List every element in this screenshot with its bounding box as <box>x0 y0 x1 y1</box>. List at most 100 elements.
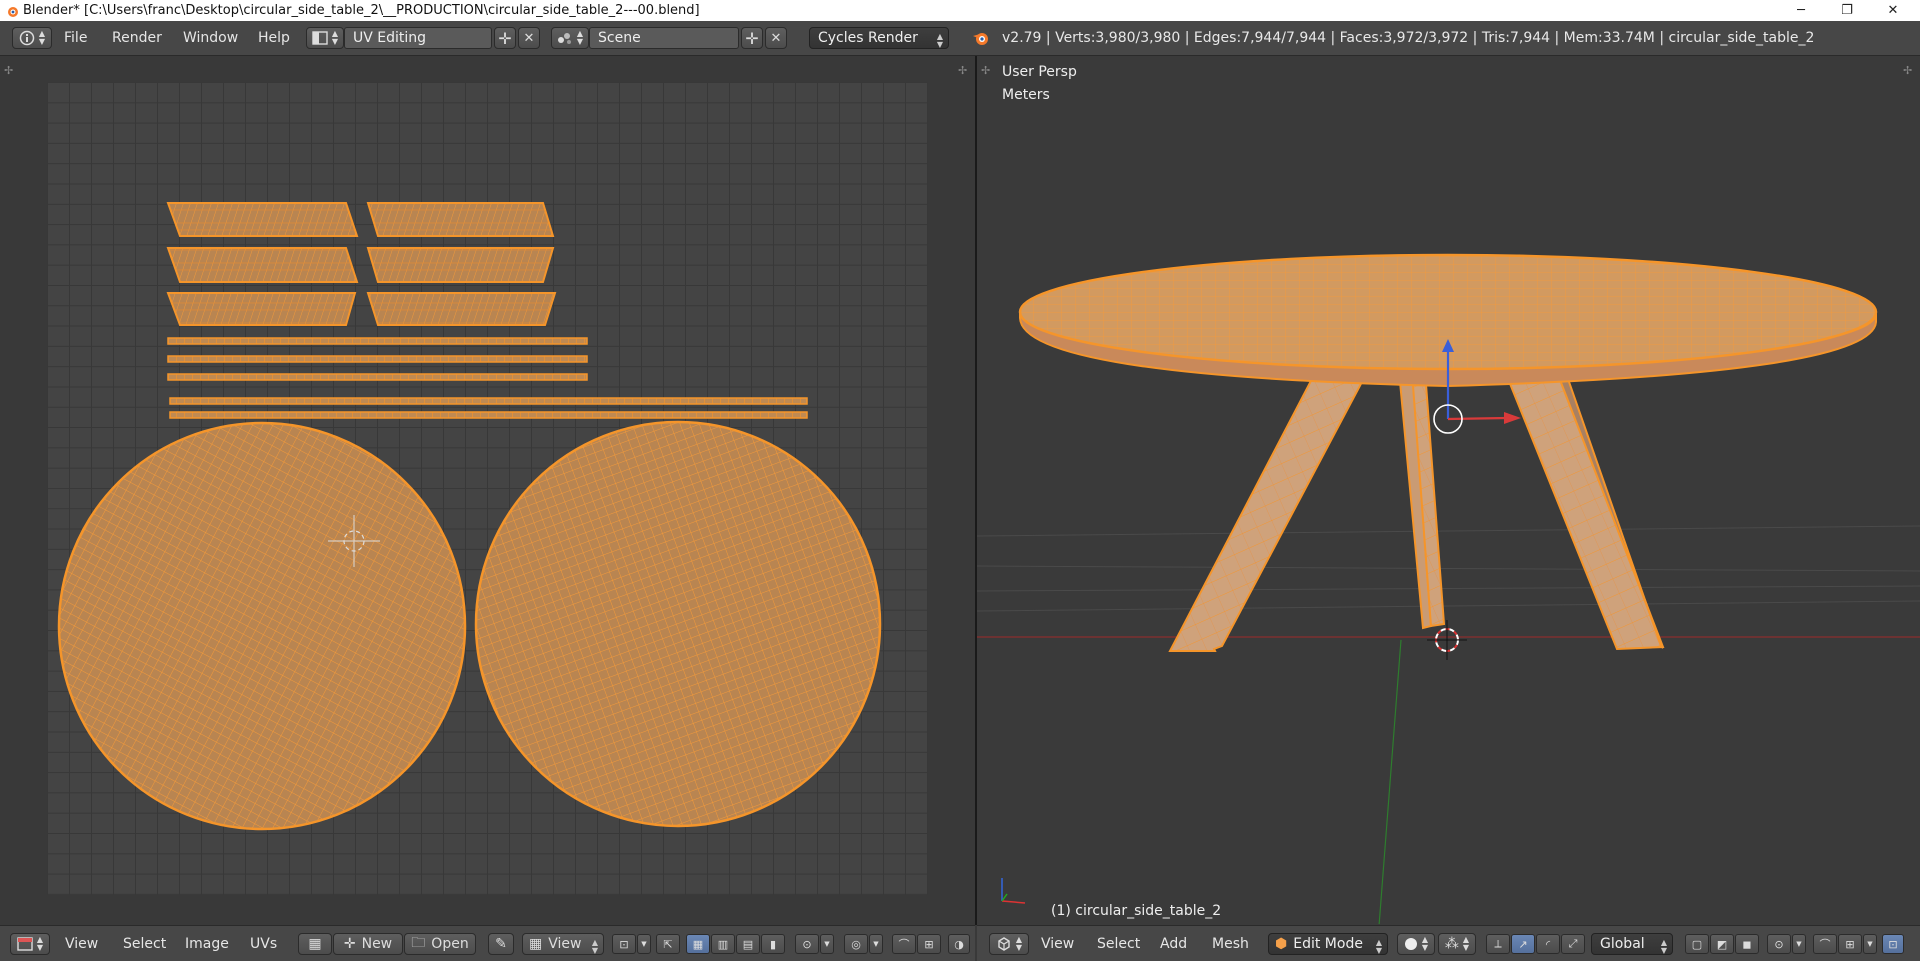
active-object-label: (1) circular_side_table_2 <box>1051 903 1222 919</box>
new-image-label: New <box>361 936 393 952</box>
viewport-3d[interactable]: ✢ ✢ User Persp Meters (1) circular_side_… <box>977 56 1920 925</box>
interaction-mode-dropdown[interactable]: ⬢ Edit Mode ▲ ▼ <box>1268 933 1388 955</box>
snap-target-button[interactable]: ⊞ <box>917 934 941 954</box>
add-icon: ✛ <box>745 28 759 48</box>
image-browse-button[interactable]: ▦ <box>298 933 332 955</box>
info-header: ▲ ▼ File Render Window Help ▲ ▼ UV Editing… <box>0 21 1920 56</box>
vertex-select-button[interactable]: ▦ <box>686 934 710 954</box>
menu-help[interactable]: Help <box>258 21 290 55</box>
chevron-updown-icon: ▲ ▼ <box>936 32 943 49</box>
close-window-button[interactable]: ✕ <box>1870 0 1916 21</box>
sticky-mode-button[interactable]: ⊙ <box>795 934 819 954</box>
shading-sphere-icon <box>1404 938 1417 950</box>
uv-sculpt-button[interactable]: ◑ <box>948 934 970 954</box>
info-editor-type-button[interactable]: ▲ ▼ <box>12 27 52 49</box>
uv-menu-uvs[interactable]: UVs <box>250 926 277 961</box>
scale-manipulator-button[interactable]: ⤢ <box>1561 934 1585 954</box>
editor-type-button[interactable]: ▲ ▼ <box>989 933 1029 955</box>
add-screen-button[interactable]: ✛ <box>494 27 516 49</box>
delete-screen-button[interactable]: ✕ <box>518 27 540 49</box>
rotate-manipulator-button[interactable]: ◜ <box>1536 934 1560 954</box>
view3d-menu-mesh[interactable]: Mesh <box>1212 926 1249 961</box>
screen-layout-name: UV Editing <box>353 30 427 46</box>
screen-layout-name-field[interactable]: UV Editing <box>344 27 492 49</box>
open-image-button[interactable]: 🗀 Open <box>404 933 476 955</box>
os-title-bar: Blender* [C:\Users\franc\Desktop\circula… <box>0 0 1920 21</box>
blender-logo-icon <box>973 33 988 45</box>
snap-toggle-button[interactable]: ⌒ <box>1813 934 1837 954</box>
restore-button[interactable]: ❐ <box>1824 0 1870 21</box>
transform-orientation-label: Global <box>1600 936 1645 952</box>
viewport-scene[interactable] <box>977 56 1920 925</box>
scene-name-field[interactable]: Scene <box>589 27 739 49</box>
menu-render[interactable]: Render <box>112 21 162 55</box>
pin-image-button[interactable]: ✎ <box>488 933 514 955</box>
uv-editor-icon <box>17 937 33 951</box>
chevron-updown-icon: ▲ ▼ <box>591 938 598 955</box>
menu-file[interactable]: File <box>64 21 87 55</box>
view3d-editor-icon <box>998 937 1010 951</box>
uv-island-edge-strips[interactable] <box>167 337 808 419</box>
view3d-menu-add[interactable]: Add <box>1160 926 1187 961</box>
delete-scene-button[interactable]: ✕ <box>765 27 787 49</box>
proportional-dropdown[interactable]: ▼ <box>869 934 883 954</box>
close-icon: ✕ <box>523 30 535 46</box>
manipulator-icon[interactable]: ⟂ <box>1486 934 1510 954</box>
window-title: Blender* [C:\Users\franc\Desktop\circula… <box>23 3 700 18</box>
uv-menu-view[interactable]: View <box>65 926 98 961</box>
face-select-mode-button[interactable]: ◼ <box>1735 934 1759 954</box>
proportional-edit-button[interactable]: ◎ <box>844 934 868 954</box>
scene-icon <box>557 33 571 44</box>
transform-orientation-dropdown[interactable]: Global ▲ ▼ <box>1591 933 1673 955</box>
minimize-button[interactable]: ─ <box>1778 0 1824 21</box>
scene-statistics: v2.79 | Verts:3,980/3,980 | Edges:7,944/… <box>1002 30 1815 46</box>
sticky-mode-dropdown[interactable]: ▼ <box>820 934 834 954</box>
uv-view-mode-dropdown[interactable]: ▦ View ▲ ▼ <box>522 933 604 955</box>
view3d-menu-view[interactable]: View <box>1041 926 1074 961</box>
image-icon: ▦ <box>308 936 322 952</box>
proportional-edit-button[interactable]: ⊙ <box>1767 934 1791 954</box>
uv-menu-image[interactable]: Image <box>185 926 229 961</box>
render-engine-dropdown[interactable]: Cycles Render ▲ ▼ <box>809 27 949 49</box>
folder-icon: 🗀 <box>411 935 426 951</box>
scene-selector[interactable]: ▲ ▼ <box>551 27 589 49</box>
uv-island-tabletop-discs[interactable] <box>57 420 882 831</box>
view-mode-label: View <box>548 936 582 952</box>
close-icon: ✕ <box>770 30 782 46</box>
axis-gizmo <box>1001 878 1026 904</box>
view3d-menu-select[interactable]: Select <box>1097 926 1140 961</box>
menu-window[interactable]: Window <box>183 21 238 55</box>
chevron-updown-icon: ▲ ▼ <box>1375 938 1382 955</box>
image-icon: ▦ <box>529 936 543 952</box>
new-image-button[interactable]: ✛ New <box>333 933 403 955</box>
vertex-select-mode-button[interactable]: ▢ <box>1685 934 1709 954</box>
y-axis-line <box>1378 639 1402 925</box>
uv-layout[interactable] <box>0 56 975 925</box>
snap-icon[interactable]: ⌒ <box>892 934 916 954</box>
translate-manipulator-button[interactable]: ↗ <box>1511 934 1535 954</box>
edge-select-mode-button[interactable]: ◩ <box>1710 934 1734 954</box>
uv-image-editor[interactable]: ✢ ✢ <box>0 56 975 925</box>
info-editor-icon <box>19 30 35 46</box>
pivot-point-dropdown[interactable]: ⁂ ▲ ▼ <box>1438 933 1476 955</box>
snap-element-button[interactable]: ⊞ <box>1838 934 1862 954</box>
scene-name: Scene <box>598 30 641 46</box>
snap-element-dropdown[interactable]: ▼ <box>1863 934 1877 954</box>
island-select-button[interactable]: ▮ <box>761 934 785 954</box>
edit-mode-icon: ⬢ <box>1275 936 1288 952</box>
face-select-button[interactable]: ▤ <box>736 934 760 954</box>
sync-selection-button[interactable]: ⇱ <box>656 934 680 954</box>
chevron-updown-icon: ▲ ▼ <box>1660 938 1667 955</box>
render-preview-button[interactable]: ⊡ <box>1882 934 1904 954</box>
editor-type-button[interactable]: ▲ ▼ <box>10 933 50 955</box>
add-icon: ✛ <box>343 936 356 952</box>
pivot-dropdown[interactable]: ▼ <box>637 934 651 954</box>
uv-menu-select[interactable]: Select <box>123 926 166 961</box>
screen-layout-selector[interactable]: ▲ ▼ <box>306 27 344 49</box>
uv-island-leg-strips[interactable] <box>166 202 557 326</box>
edge-select-button[interactable]: ▥ <box>711 934 735 954</box>
proportional-dropdown[interactable]: ▼ <box>1792 934 1806 954</box>
viewport-shading-dropdown[interactable]: ▲ ▼ <box>1397 933 1435 955</box>
pivot-button[interactable]: ⊡ <box>612 934 636 954</box>
add-scene-button[interactable]: ✛ <box>741 27 763 49</box>
